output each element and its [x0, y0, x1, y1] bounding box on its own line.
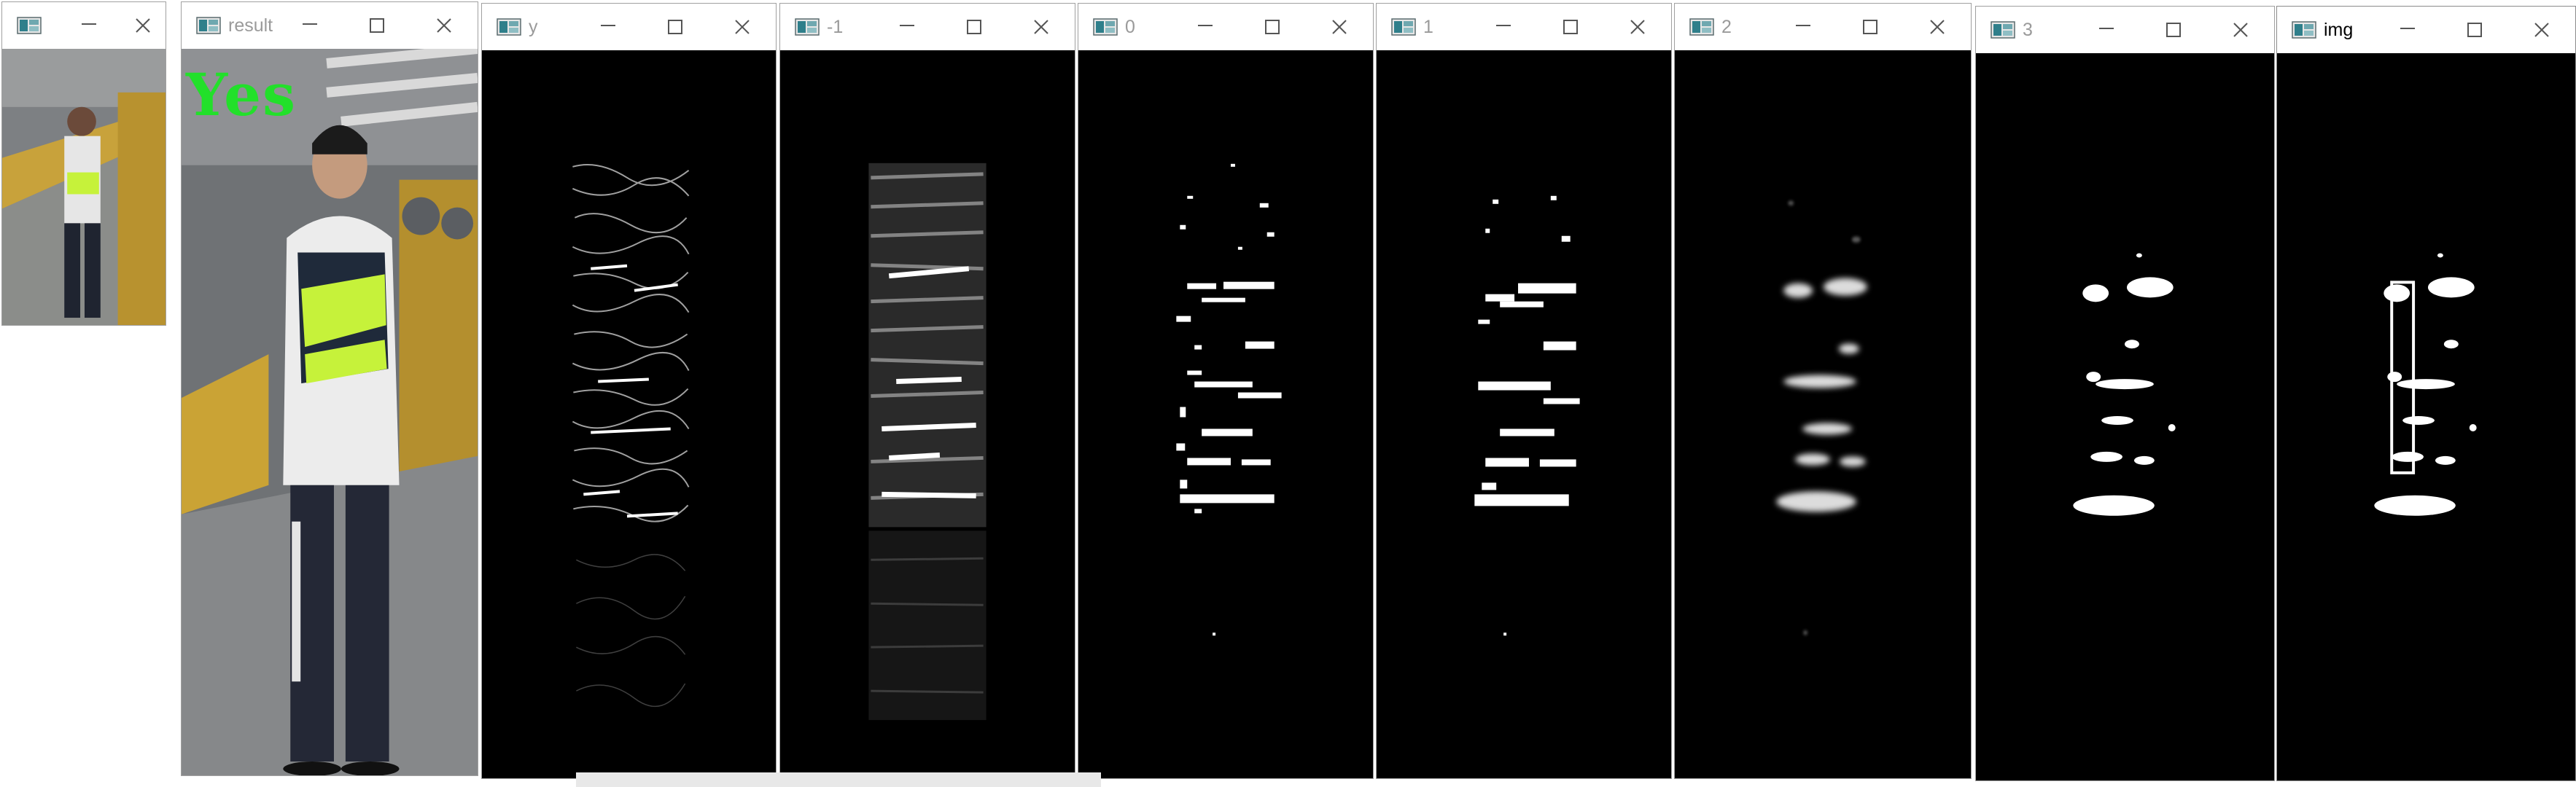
neg1-image — [780, 50, 1075, 778]
maximize-icon — [1863, 20, 1877, 34]
opencv-window-icon — [2292, 21, 2316, 39]
minimize-icon — [2400, 28, 2415, 29]
opencv-window-icon — [795, 18, 820, 36]
mask-3-image — [1976, 53, 2274, 780]
window-result[interactable]: result Yes — [181, 1, 478, 776]
opencv-window-icon — [1689, 18, 1714, 36]
final-mask-image — [2277, 53, 2575, 780]
maximize-button[interactable] — [2441, 7, 2508, 53]
mask-0-image — [1078, 50, 1373, 778]
titlebar[interactable]: result — [182, 2, 478, 49]
minimize-button[interactable] — [276, 2, 343, 49]
maximize-button[interactable] — [343, 2, 410, 49]
window-title: result — [228, 15, 273, 36]
minimize-icon — [82, 23, 96, 25]
minimize-icon — [303, 23, 317, 25]
maximize-icon — [668, 20, 682, 34]
window-neg1[interactable]: -1 — [779, 3, 1075, 779]
mask-1-image — [1377, 50, 1671, 778]
window-title: 0 — [1125, 16, 1135, 37]
titlebar[interactable]: 3 — [1976, 7, 2274, 53]
titlebar[interactable] — [2, 2, 166, 49]
minimize-icon — [1496, 25, 1511, 26]
result-image: Yes — [182, 49, 478, 775]
opencv-window-icon — [1391, 18, 1416, 36]
close-button[interactable] — [410, 2, 478, 49]
minimize-button[interactable] — [575, 4, 642, 50]
close-icon — [437, 18, 451, 33]
maximize-icon — [967, 20, 981, 34]
opencv-window-icon — [497, 18, 521, 36]
close-icon — [1332, 20, 1347, 34]
maximize-icon — [370, 18, 384, 33]
blur-2-image — [1675, 50, 1971, 778]
minimize-icon — [601, 25, 615, 26]
background-taskbar-fragment — [576, 772, 1101, 787]
maximize-button[interactable] — [1239, 4, 1306, 50]
close-icon — [1630, 20, 1645, 34]
maximize-button[interactable] — [941, 4, 1008, 50]
titlebar[interactable]: 2 — [1675, 4, 1971, 50]
minimize-button[interactable] — [1470, 4, 1537, 50]
close-button[interactable] — [709, 4, 776, 50]
window-title: y — [529, 16, 538, 37]
titlebar[interactable]: y — [482, 4, 776, 50]
close-icon — [1034, 20, 1048, 34]
maximize-button[interactable] — [2140, 7, 2207, 53]
minimize-button[interactable] — [1172, 4, 1239, 50]
maximize-button[interactable] — [1837, 4, 1904, 50]
window-title: img — [2324, 19, 2354, 40]
close-icon — [2534, 23, 2549, 37]
window-2[interactable]: 2 — [1674, 3, 1972, 779]
window-1[interactable]: 1 — [1376, 3, 1672, 779]
window-title: 3 — [2023, 19, 2033, 40]
window-0[interactable]: 0 — [1078, 3, 1374, 779]
close-icon — [2233, 23, 2248, 37]
maximize-button[interactable] — [1537, 4, 1604, 50]
maximize-button[interactable] — [642, 4, 709, 50]
close-icon — [136, 18, 150, 33]
window-title: 1 — [1423, 16, 1433, 37]
detection-result-label: Yes — [186, 60, 297, 129]
minimize-button[interactable] — [2073, 7, 2140, 53]
window-y[interactable]: y — [481, 3, 777, 779]
maximize-icon — [2166, 23, 2181, 37]
opencv-window-icon — [1991, 21, 2015, 39]
titlebar[interactable]: 1 — [1377, 4, 1671, 50]
window-title: -1 — [827, 16, 844, 37]
window-title: 2 — [1721, 16, 1732, 37]
close-icon — [1930, 20, 1945, 34]
window-img[interactable]: img — [2276, 6, 2576, 781]
close-button[interactable] — [1604, 4, 1671, 50]
minimize-button[interactable] — [62, 2, 116, 49]
minimize-button[interactable] — [2374, 7, 2441, 53]
close-button[interactable] — [2207, 7, 2274, 53]
minimize-icon — [1198, 25, 1213, 26]
titlebar[interactable]: -1 — [780, 4, 1075, 50]
close-button[interactable] — [1904, 4, 1971, 50]
thumbnail-image — [2, 49, 166, 325]
window-3[interactable]: 3 — [1975, 6, 2275, 781]
close-button[interactable] — [1306, 4, 1373, 50]
close-button[interactable] — [2508, 7, 2575, 53]
minimize-button[interactable] — [1770, 4, 1837, 50]
titlebar[interactable]: img — [2277, 7, 2575, 53]
titlebar[interactable]: 0 — [1078, 4, 1373, 50]
y-channel-image — [482, 50, 776, 778]
opencv-window-icon — [1093, 18, 1118, 36]
minimize-icon — [1796, 25, 1810, 26]
maximize-icon — [1563, 20, 1578, 34]
maximize-icon — [2467, 23, 2482, 37]
minimize-button[interactable] — [873, 4, 941, 50]
minimize-icon — [2099, 28, 2114, 29]
close-button[interactable] — [116, 2, 166, 49]
minimize-icon — [900, 25, 914, 26]
opencv-window-icon — [196, 17, 221, 34]
close-button[interactable] — [1008, 4, 1075, 50]
opencv-window-icon — [17, 17, 42, 34]
window-thumbnail[interactable] — [1, 1, 166, 326]
maximize-icon — [1265, 20, 1280, 34]
close-icon — [735, 20, 750, 34]
